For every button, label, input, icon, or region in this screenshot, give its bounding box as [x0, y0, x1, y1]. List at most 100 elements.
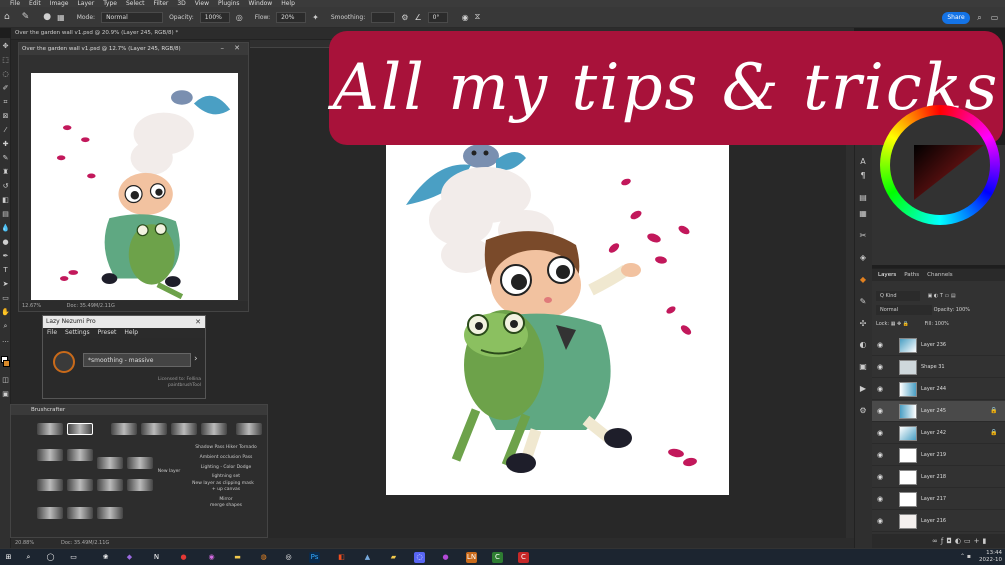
menu-type[interactable]: Type [103, 0, 117, 7]
lazy-menu-file[interactable]: File [47, 328, 57, 338]
type-tool-icon[interactable]: T [1, 266, 10, 275]
note-merge[interactable]: merge shapes [191, 503, 261, 508]
menu-file[interactable]: File [10, 0, 20, 7]
eye-icon[interactable]: ◉ [876, 407, 884, 415]
background-color-swatch[interactable] [3, 360, 10, 367]
eye-icon[interactable]: ◉ [876, 341, 884, 349]
lazy-nezumi-icon[interactable]: LN [466, 552, 477, 563]
brush-preset-icon[interactable]: ● [43, 12, 51, 22]
lazy-nezumi-title[interactable]: Lazy Nezumi Pro [43, 316, 205, 328]
eye-icon[interactable]: ◉ [876, 517, 884, 525]
libraries-panel-icon[interactable]: ▦ [858, 209, 868, 219]
close-icon[interactable]: ✕ [234, 44, 240, 52]
floating-zoom[interactable]: 12.67% [22, 303, 41, 309]
lock-pixels-icon[interactable]: ▦ [891, 321, 896, 327]
group-icon[interactable]: ▭ [964, 537, 974, 545]
tab-channels[interactable]: Channels [927, 269, 952, 281]
affinity-icon[interactable]: ▲ [362, 552, 373, 563]
paragraph-panel-icon[interactable]: ¶ [858, 171, 868, 181]
brushcrafter-title[interactable]: Brushcrafter [11, 405, 267, 415]
pressure-size-icon[interactable]: ◉ [462, 13, 469, 22]
hand-tool-icon[interactable]: ✋ [1, 308, 10, 317]
lazy-menu-settings[interactable]: Settings [65, 328, 90, 338]
frame-tool-icon[interactable]: ⊠ [1, 112, 10, 121]
brush-swatch[interactable] [111, 423, 137, 435]
lock-position-icon[interactable]: ✥ [897, 321, 901, 327]
layer-row[interactable]: ◉ Layer 216 [872, 511, 1005, 532]
more-tools-icon[interactable]: … [1, 336, 10, 345]
stamp-tool-icon[interactable]: ♜ [1, 168, 10, 177]
layer-row[interactable]: ◉ Layer 218 [872, 467, 1005, 488]
brush-swatch[interactable] [67, 479, 93, 491]
eyedropper-tool-icon[interactable]: ⁄ [1, 126, 10, 135]
app-icon[interactable]: ❀ [100, 552, 111, 563]
mask-icon[interactable]: ◘ [946, 537, 955, 545]
clock[interactable]: 13:44 2022-10 [979, 550, 1002, 564]
lasso-tool-icon[interactable]: ◌ [1, 70, 10, 79]
brush-tool-icon-side[interactable]: ✎ [1, 154, 10, 163]
note-ambient[interactable]: Ambient occlusion Pass [191, 455, 261, 460]
note-lighting[interactable]: Lighting - Color Dodge [191, 465, 261, 470]
layer-name[interactable]: Layer 218 [921, 474, 946, 480]
brush-swatch[interactable] [67, 449, 93, 461]
record-icon[interactable]: ● [178, 552, 189, 563]
quick-mask-icon[interactable]: ◫ [1, 376, 10, 385]
floating-document-window[interactable]: Over the garden wall v1.psd @ 12.7% (Lay… [18, 42, 249, 312]
brush-swatch[interactable] [67, 423, 93, 435]
brush-swatch[interactable] [127, 457, 153, 469]
app-red-icon[interactable]: C [518, 552, 529, 563]
zoom-tool-icon[interactable]: ⌕ [1, 322, 10, 331]
brush-swatch[interactable] [201, 423, 227, 435]
actions-panel-icon[interactable]: ▶ [858, 384, 868, 394]
layer-row[interactable]: ◉ Layer 236 [872, 335, 1005, 356]
symmetry-icon[interactable]: ⧖ [475, 12, 481, 22]
lazy-menu-help[interactable]: Help [124, 328, 138, 338]
3d-panel-icon[interactable]: ◈ [858, 253, 868, 263]
pen-tool-icon[interactable]: ✒ [1, 252, 10, 261]
eye-icon[interactable]: ◉ [876, 363, 884, 371]
menu-help[interactable]: Help [281, 0, 295, 7]
layer-row[interactable]: ◉ Layer 242 🔒 [872, 423, 1005, 444]
note-clip2[interactable]: + up canvas [191, 487, 261, 492]
filter-image-icon[interactable]: ▣ [928, 293, 933, 299]
app-green-icon[interactable]: C [492, 552, 503, 563]
layer-name[interactable]: Layer 236 [921, 342, 946, 348]
layer-name[interactable]: Layer 216 [921, 518, 946, 524]
layer-name[interactable]: Layer 219 [921, 452, 946, 458]
tools-panel-icon[interactable]: ✂ [858, 231, 868, 241]
minimize-icon[interactable]: – [221, 44, 225, 52]
airbrush-icon[interactable]: ✦ [312, 13, 319, 22]
smoothing-settings-icon[interactable]: ⚙ [401, 13, 408, 22]
move-tool-icon[interactable]: ✥ [1, 42, 10, 51]
path-select-icon[interactable]: ➤ [1, 280, 10, 289]
eraser-tool-icon[interactable]: ◧ [1, 196, 10, 205]
note-clip[interactable]: New layer as clipping mask [183, 481, 263, 486]
brush-swatch[interactable] [37, 449, 63, 461]
steam-icon[interactable]: ◎ [283, 552, 294, 563]
file-explorer-icon[interactable]: ▭ [68, 552, 79, 563]
eye-icon[interactable]: ◉ [876, 385, 884, 393]
obsidian-icon[interactable]: ◆ [124, 552, 135, 563]
menu-edit[interactable]: Edit [29, 0, 41, 7]
layer-row[interactable]: ◉ Layer 244 [872, 379, 1005, 400]
media-icon[interactable]: ◉ [206, 552, 217, 563]
lazy-close-icon[interactable]: ✕ [195, 318, 201, 326]
brush-swatch[interactable] [97, 507, 123, 519]
menu-select[interactable]: Select [126, 0, 145, 7]
layer-row[interactable]: ◉ Layer 219 [872, 445, 1005, 466]
floating-canvas[interactable] [31, 73, 238, 300]
layer-opacity-value[interactable]: 100% [956, 307, 970, 313]
lock-all-icon[interactable]: 🔒 [903, 321, 909, 327]
power-toggle-icon[interactable] [53, 351, 75, 373]
brush-swatch[interactable] [127, 479, 153, 491]
menu-image[interactable]: Image [50, 0, 69, 7]
brush-swatch[interactable] [97, 457, 123, 469]
character-panel-icon[interactable]: A [858, 157, 868, 167]
layer-row-selected[interactable]: ◉ Layer 245 🔒 [872, 401, 1005, 422]
layer-name[interactable]: Layer 217 [921, 496, 946, 502]
notion-icon[interactable]: N [151, 552, 162, 563]
windows-start-icon[interactable]: ⊞ [3, 552, 14, 563]
marquee-tool-icon[interactable]: ⬚ [1, 56, 10, 65]
properties-panel-icon[interactable]: ▤ [858, 193, 868, 203]
search-taskbar-icon[interactable]: ⌕ [23, 552, 34, 563]
